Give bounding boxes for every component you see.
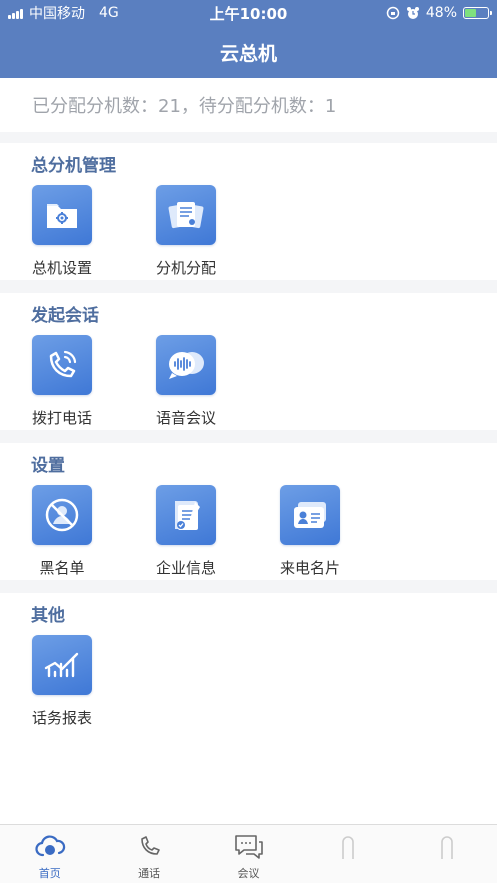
section-start-session: 发起会话 拨打电话 语音会议 (0, 293, 497, 430)
section-title: 设置 (31, 456, 65, 476)
tile-make-call[interactable]: 拨打电话 (0, 335, 124, 428)
section-other: 其他 话务报表 (0, 593, 497, 824)
tab-bar: 首页 通话 会议 (0, 824, 497, 883)
tile-label: 来电名片 (279, 559, 340, 577)
tile-label: 话务报表 (31, 709, 92, 727)
tile-label: 企业信息 (155, 559, 216, 577)
phone-icon (137, 833, 161, 861)
tile-row: 话务报表 (0, 635, 497, 728)
tile-label: 拨打电话 (31, 409, 92, 427)
carrier-label: 中国移动 (29, 6, 85, 22)
status-bar: 中国移动 4G 上午10:00 48% (0, 0, 497, 26)
tab-placeholder-2[interactable] (398, 825, 497, 883)
loading-icon (437, 833, 457, 861)
signal-icon (8, 8, 23, 19)
page-title: 云总机 (219, 42, 277, 65)
section-title: 其他 (31, 606, 65, 626)
tile-switchboard-settings[interactable]: 总机设置 (0, 185, 124, 278)
battery-icon (463, 7, 492, 19)
rotation-lock-icon (386, 6, 400, 20)
tile-traffic-report[interactable]: 话务报表 (0, 635, 124, 728)
summary-text: 已分配分机数：21，待分配分机数：1 (32, 96, 337, 117)
tile-voice-conference[interactable]: 语音会议 (124, 335, 248, 428)
tab-calls[interactable]: 通话 (99, 825, 198, 883)
tab-meetings[interactable]: 会议 (199, 825, 298, 883)
tab-label: 会议 (237, 867, 260, 880)
battery-fill (465, 9, 476, 17)
tile-label: 总机设置 (31, 259, 92, 277)
status-right: 48% (309, 5, 492, 21)
phone-call-icon (32, 335, 92, 395)
blocked-user-icon (32, 485, 92, 545)
section-title: 总分机管理 (31, 156, 116, 176)
chart-icon (32, 635, 92, 695)
status-time: 上午10:00 (209, 4, 288, 23)
tile-row: 总机设置 分机分配 (0, 185, 497, 278)
tile-extension-assignment[interactable]: 分机分配 (124, 185, 248, 278)
tile-blacklist[interactable]: 黑名单 (0, 485, 124, 578)
folder-gear-icon (32, 185, 92, 245)
tile-label: 语音会议 (155, 409, 216, 427)
battery-percent: 48% (425, 5, 457, 21)
contact-card-icon (280, 485, 340, 545)
nav-bar: 云总机 (0, 26, 497, 78)
loading-icon (338, 833, 358, 861)
tile-label: 分机分配 (155, 259, 216, 277)
tile-caller-card[interactable]: 来电名片 (248, 485, 372, 578)
home-cloud-icon (34, 833, 66, 861)
extension-summary: 已分配分机数：21，待分配分机数：1 (0, 78, 497, 132)
tile-row: 黑名单 企业信息 来电名片 (0, 485, 497, 578)
tile-company-info[interactable]: 企业信息 (124, 485, 248, 578)
tab-home[interactable]: 首页 (0, 825, 99, 883)
tile-row: 拨打电话 语音会议 (0, 335, 497, 428)
voice-chat-icon (156, 335, 216, 395)
tab-label: 通话 (138, 867, 161, 880)
section-settings: 设置 黑名单 企业信息 来电名片 (0, 443, 497, 580)
chat-bubbles-icon (233, 833, 265, 861)
network-label: 4G (99, 5, 119, 21)
section-extension-management: 总分机管理 总机设置 分机分配 (0, 143, 497, 280)
alarm-icon (406, 7, 419, 19)
documents-icon (156, 185, 216, 245)
tab-label: 首页 (38, 867, 61, 880)
document-check-icon (156, 485, 216, 545)
section-title: 发起会话 (31, 306, 99, 326)
tab-placeholder-1[interactable] (298, 825, 397, 883)
tile-label: 黑名单 (39, 559, 85, 577)
status-left: 中国移动 4G (8, 3, 188, 23)
